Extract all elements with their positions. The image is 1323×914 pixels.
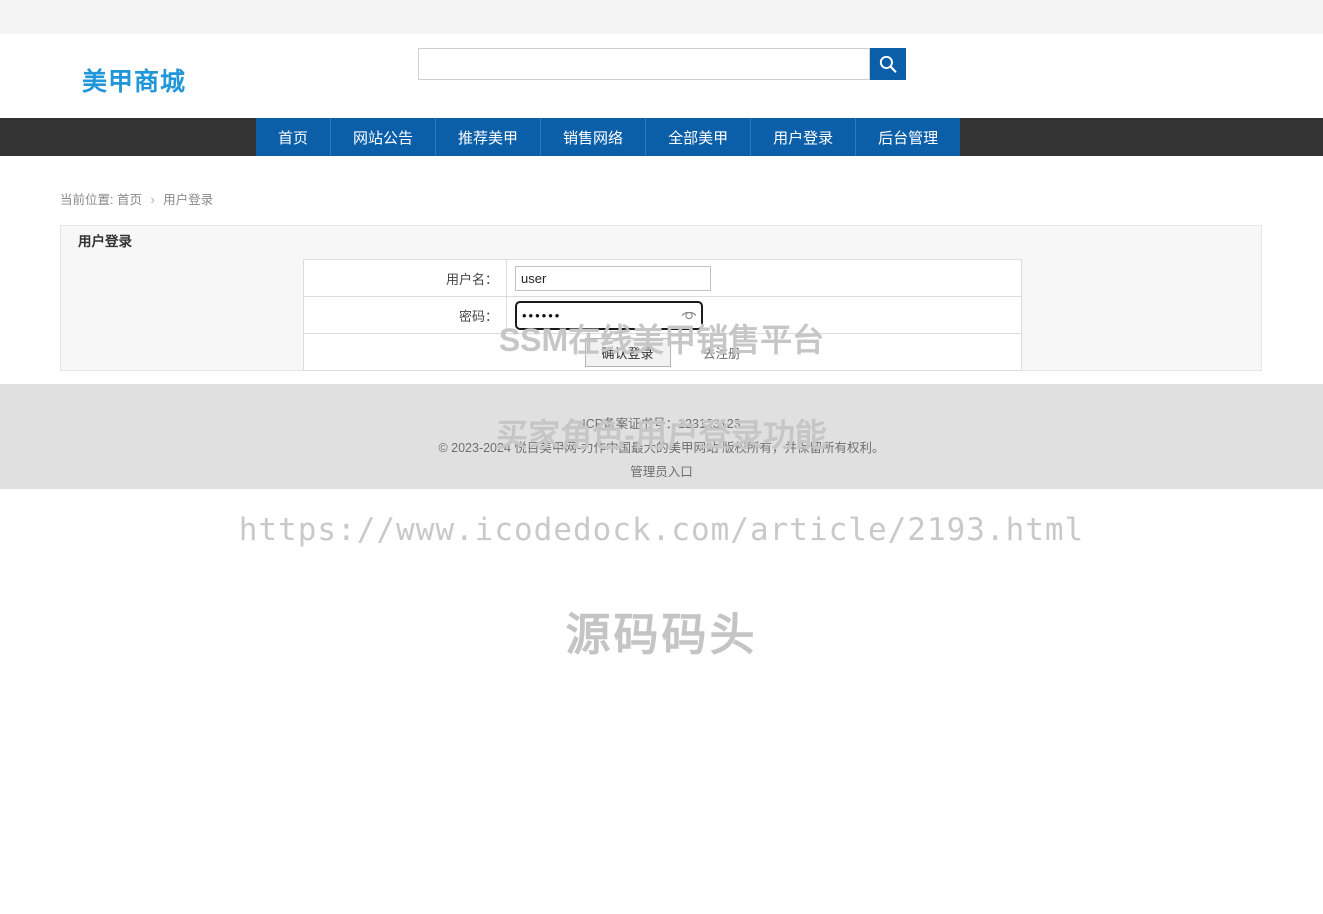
footer-copyright: © 2023-2024 悦目美甲网-力作中国最大的美甲网站 版权所有，并保留所有…	[438, 441, 885, 455]
breadcrumb: 当前位置: 首页 › 用户登录	[60, 189, 213, 208]
login-form-table: 用户名： 密码：	[303, 259, 1022, 371]
main-navigation: 首页 网站公告 推荐美甲 销售网络 全部美甲 用户登录 后台管理	[0, 118, 1323, 156]
watermark-url: https://www.icodedock.com/article/2193.h…	[238, 512, 1085, 548]
login-panel: 用户登录 用户名： 密码：	[60, 225, 1262, 371]
nav-item-recommended[interactable]: 推荐美甲	[436, 118, 542, 156]
table-row-username: 用户名：	[303, 259, 1022, 297]
form-actions: 确认登录 去注册	[303, 333, 1022, 371]
nav-item-network[interactable]: 销售网络	[541, 118, 647, 156]
nav-item-notice[interactable]: 网站公告	[331, 118, 437, 156]
panel-body: 用户名： 密码：	[61, 258, 1261, 371]
breadcrumb-prefix: 当前位置:	[60, 193, 114, 207]
nav-items: 首页 网站公告 推荐美甲 销售网络 全部美甲 用户登录 后台管理	[256, 118, 961, 156]
search-button[interactable]	[870, 48, 906, 80]
site-footer: ICP备案证书号：123123123 © 2023-2024 悦目美甲网-力作中…	[0, 384, 1323, 489]
nav-item-admin[interactable]: 后台管理	[856, 118, 961, 156]
password-field-cell	[506, 296, 1022, 334]
top-strip	[0, 0, 1323, 34]
eye-icon[interactable]	[681, 307, 697, 323]
search-input[interactable]	[418, 48, 870, 80]
breadcrumb-link-home[interactable]: 首页	[117, 193, 142, 207]
search-icon	[878, 54, 898, 74]
username-input[interactable]	[515, 265, 711, 291]
breadcrumb-current: 用户登录	[163, 193, 214, 207]
watermark-brand: 源码码头	[565, 609, 758, 660]
footer-icp: ICP备案证书号：123123123	[582, 417, 741, 431]
login-submit-button[interactable]: 确认登录	[584, 337, 671, 367]
password-input[interactable]	[515, 300, 703, 330]
nav-item-home[interactable]: 首页	[256, 118, 332, 156]
username-label: 用户名：	[303, 259, 507, 297]
search-bar	[418, 48, 906, 80]
username-field-cell	[506, 259, 1022, 297]
footer-admin-entry-wrap: 管理员入口	[0, 460, 1323, 484]
nav-item-all[interactable]: 全部美甲	[646, 118, 752, 156]
page-root: 美甲商城 首页 网站公告 推荐美甲 销售网络 全部美甲 用户登录 后台管理 当前…	[0, 0, 1323, 914]
nav-item-login[interactable]: 用户登录	[751, 118, 857, 156]
table-row-password: 密码：	[303, 296, 1022, 334]
password-wrapper	[515, 300, 703, 330]
panel-title: 用户登录	[78, 234, 132, 249]
site-header: 美甲商城	[0, 34, 1323, 118]
password-label: 密码：	[303, 296, 507, 334]
register-link[interactable]: 去注册	[703, 343, 741, 362]
site-logo[interactable]: 美甲商城	[82, 62, 186, 98]
admin-entry-link[interactable]: 管理员入口	[630, 465, 693, 479]
table-row-actions: 确认登录 去注册	[303, 333, 1022, 371]
breadcrumb-separator: ›	[150, 193, 155, 207]
